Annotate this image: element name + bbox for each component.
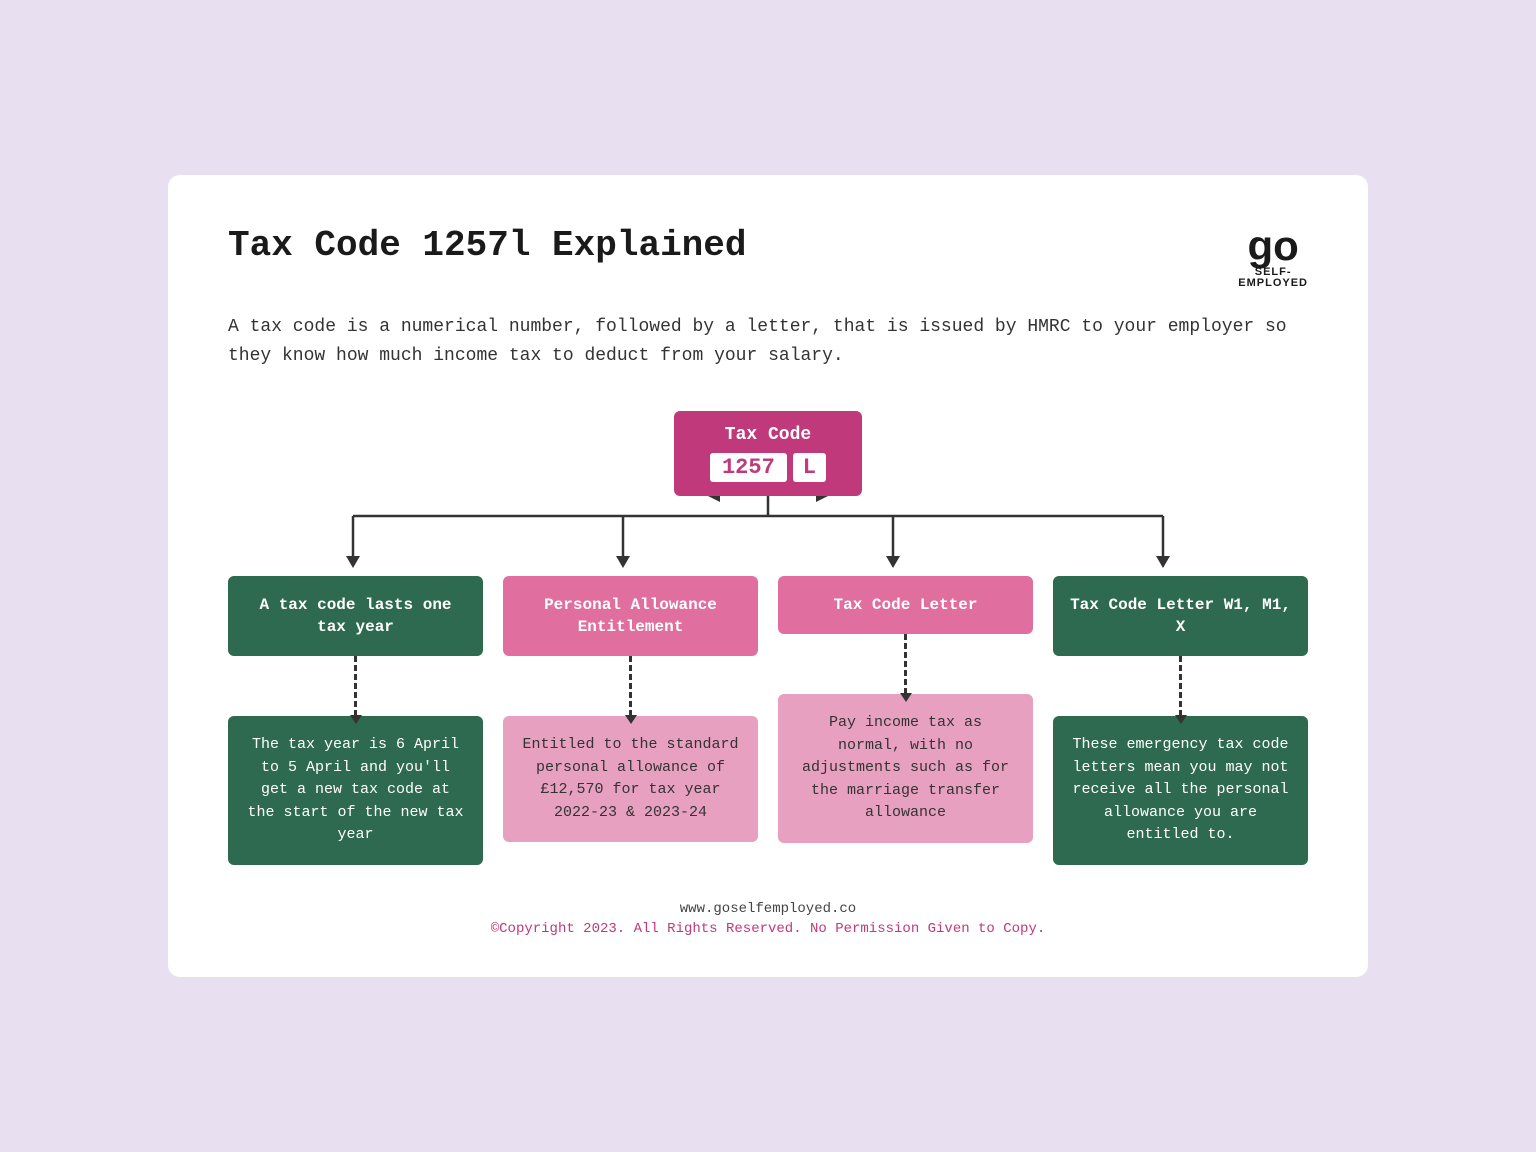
footer-copyright: ©Copyright 2023. All Rights Reserved. No… xyxy=(228,921,1308,937)
col2-connector xyxy=(629,656,632,716)
code-letter: L xyxy=(793,453,826,482)
column-4: Tax Code Letter W1, M1, X These emergenc… xyxy=(1053,576,1308,865)
col4-description: These emergency tax code letters mean yo… xyxy=(1053,716,1308,865)
logo: go SELF- EMPLOYED xyxy=(1238,225,1308,289)
header-row: Tax Code 1257l Explained go SELF- EMPLOY… xyxy=(228,225,1308,289)
description-text: A tax code is a numerical number, follow… xyxy=(228,313,1308,371)
col3-description: Pay income tax as normal, with no adjust… xyxy=(778,694,1033,843)
col4-label: Tax Code Letter W1, M1, X xyxy=(1053,576,1308,657)
col3-connector xyxy=(904,634,907,694)
tax-code-label: Tax Code xyxy=(710,425,826,445)
footer: www.goselfemployed.co ©Copyright 2023. A… xyxy=(228,901,1308,937)
diagram: Tax Code 1257 L xyxy=(228,411,1308,865)
column-1: A tax code lasts one tax year The tax ye… xyxy=(228,576,483,865)
col2-label: Personal Allowance Entitlement xyxy=(503,576,758,657)
col3-label: Tax Code Letter xyxy=(778,576,1033,634)
page-wrapper: Tax Code 1257l Explained go SELF- EMPLOY… xyxy=(168,175,1368,977)
page-title: Tax Code 1257l Explained xyxy=(228,225,746,266)
col4-connector xyxy=(1179,656,1182,716)
column-3: Tax Code Letter Pay income tax as normal… xyxy=(778,576,1033,865)
logo-go: go xyxy=(1247,225,1298,267)
code-row: 1257 L xyxy=(710,453,826,482)
col1-label: A tax code lasts one tax year xyxy=(228,576,483,657)
col1-description: The tax year is 6 April to 5 April and y… xyxy=(228,716,483,865)
tax-code-box: Tax Code 1257 L xyxy=(674,411,862,496)
column-2: Personal Allowance Entitlement Entitled … xyxy=(503,576,758,865)
top-area: Tax Code 1257 L xyxy=(228,411,1308,496)
code-number: 1257 xyxy=(710,453,787,482)
branch-lines xyxy=(228,496,1308,576)
col1-connector xyxy=(354,656,357,716)
col2-description: Entitled to the standard personal allowa… xyxy=(503,716,758,842)
logo-sub2: EMPLOYED xyxy=(1238,278,1308,289)
bottom-section: A tax code lasts one tax year The tax ye… xyxy=(228,576,1308,865)
footer-website: www.goselfemployed.co xyxy=(228,901,1308,917)
